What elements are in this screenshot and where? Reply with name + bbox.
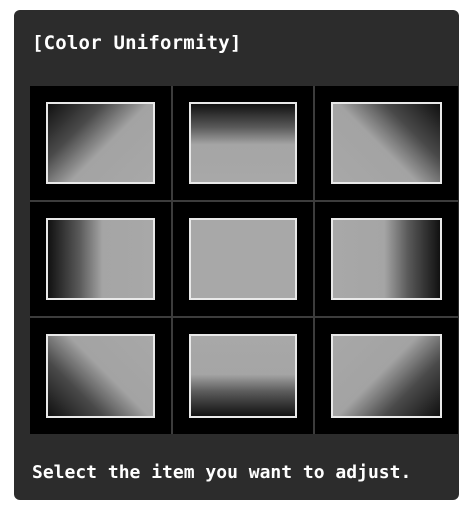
area-top[interactable] xyxy=(172,86,316,202)
panel-title: [Color Uniformity] xyxy=(32,32,242,54)
upper-left-preview xyxy=(46,102,155,184)
upper-right-preview xyxy=(331,102,442,184)
area-upper-right[interactable] xyxy=(315,86,458,202)
right-preview xyxy=(331,218,442,300)
area-left[interactable] xyxy=(30,202,173,318)
help-text: Select the item you want to adjust. xyxy=(32,462,412,483)
area-upper-left[interactable] xyxy=(30,86,173,202)
area-lower-left[interactable] xyxy=(30,318,173,434)
lower-right-preview xyxy=(331,334,442,418)
bottom-preview xyxy=(188,334,298,418)
lower-left-preview xyxy=(46,334,155,418)
top-preview xyxy=(188,102,298,184)
left-preview xyxy=(46,218,155,300)
area-selection-grid xyxy=(30,86,458,434)
area-center[interactable] xyxy=(172,202,316,318)
area-right[interactable] xyxy=(315,202,458,318)
area-bottom[interactable] xyxy=(173,318,316,434)
area-lower-right[interactable] xyxy=(315,318,458,434)
center-preview xyxy=(188,218,298,300)
color-uniformity-panel: [Color Uniformity] Select the item you w… xyxy=(14,10,459,500)
